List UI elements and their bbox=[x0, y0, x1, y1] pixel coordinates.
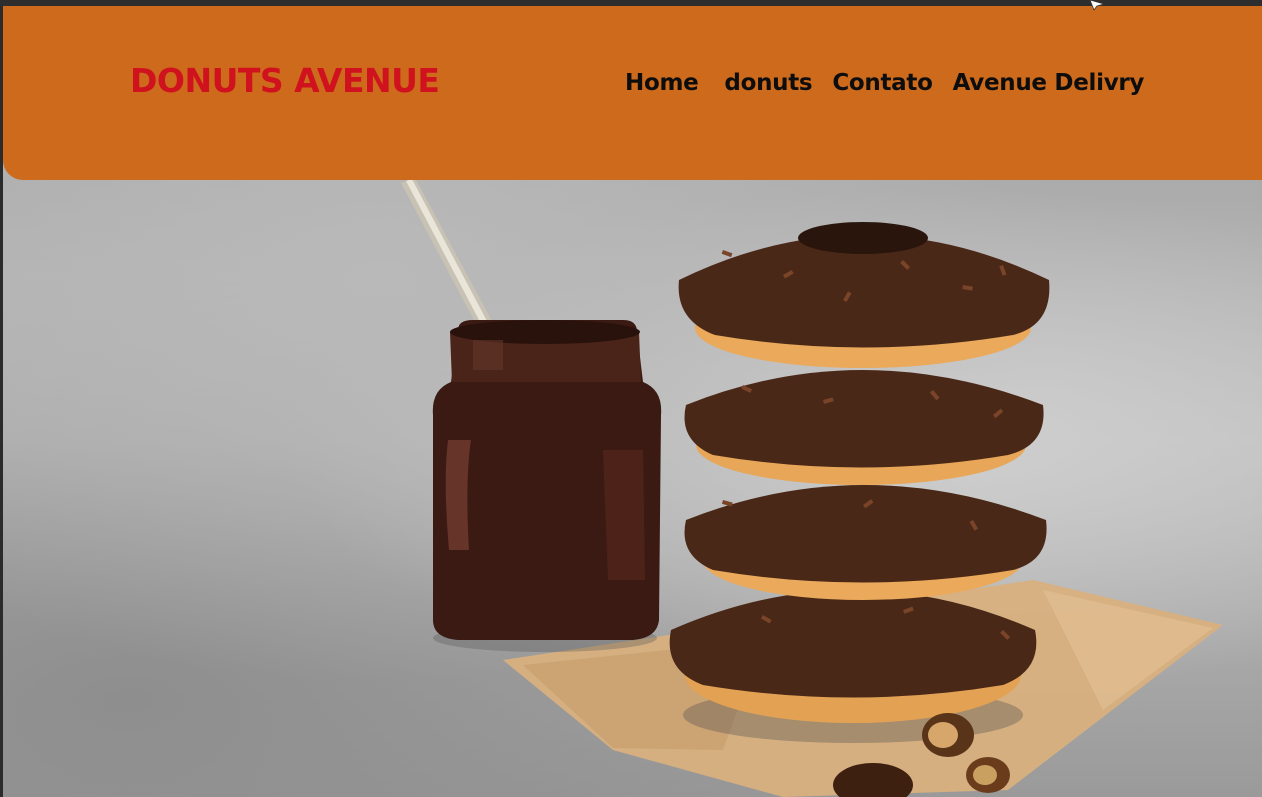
chocolate-jar bbox=[432, 320, 662, 652]
site-header: DONUTS AVENUE Home donuts Contato Avenue… bbox=[3, 6, 1262, 180]
nav-link-donuts[interactable]: donuts bbox=[724, 70, 812, 96]
page: DONUTS AVENUE Home donuts Contato Avenue… bbox=[0, 0, 1262, 797]
nav-link-contato[interactable]: Contato bbox=[832, 70, 933, 96]
mouse-cursor-icon bbox=[1089, 0, 1106, 11]
nav-link-avenue-delivry[interactable]: Avenue Delivry bbox=[953, 70, 1145, 96]
hero-section bbox=[3, 150, 1262, 797]
main-nav: Home donuts Contato Avenue Delivry bbox=[625, 70, 1144, 96]
nav-link-home[interactable]: Home bbox=[625, 70, 699, 96]
brand-logo[interactable]: DONUTS AVENUE bbox=[130, 61, 440, 100]
donut-stack bbox=[669, 222, 1050, 743]
hero-photo bbox=[401, 178, 1223, 797]
